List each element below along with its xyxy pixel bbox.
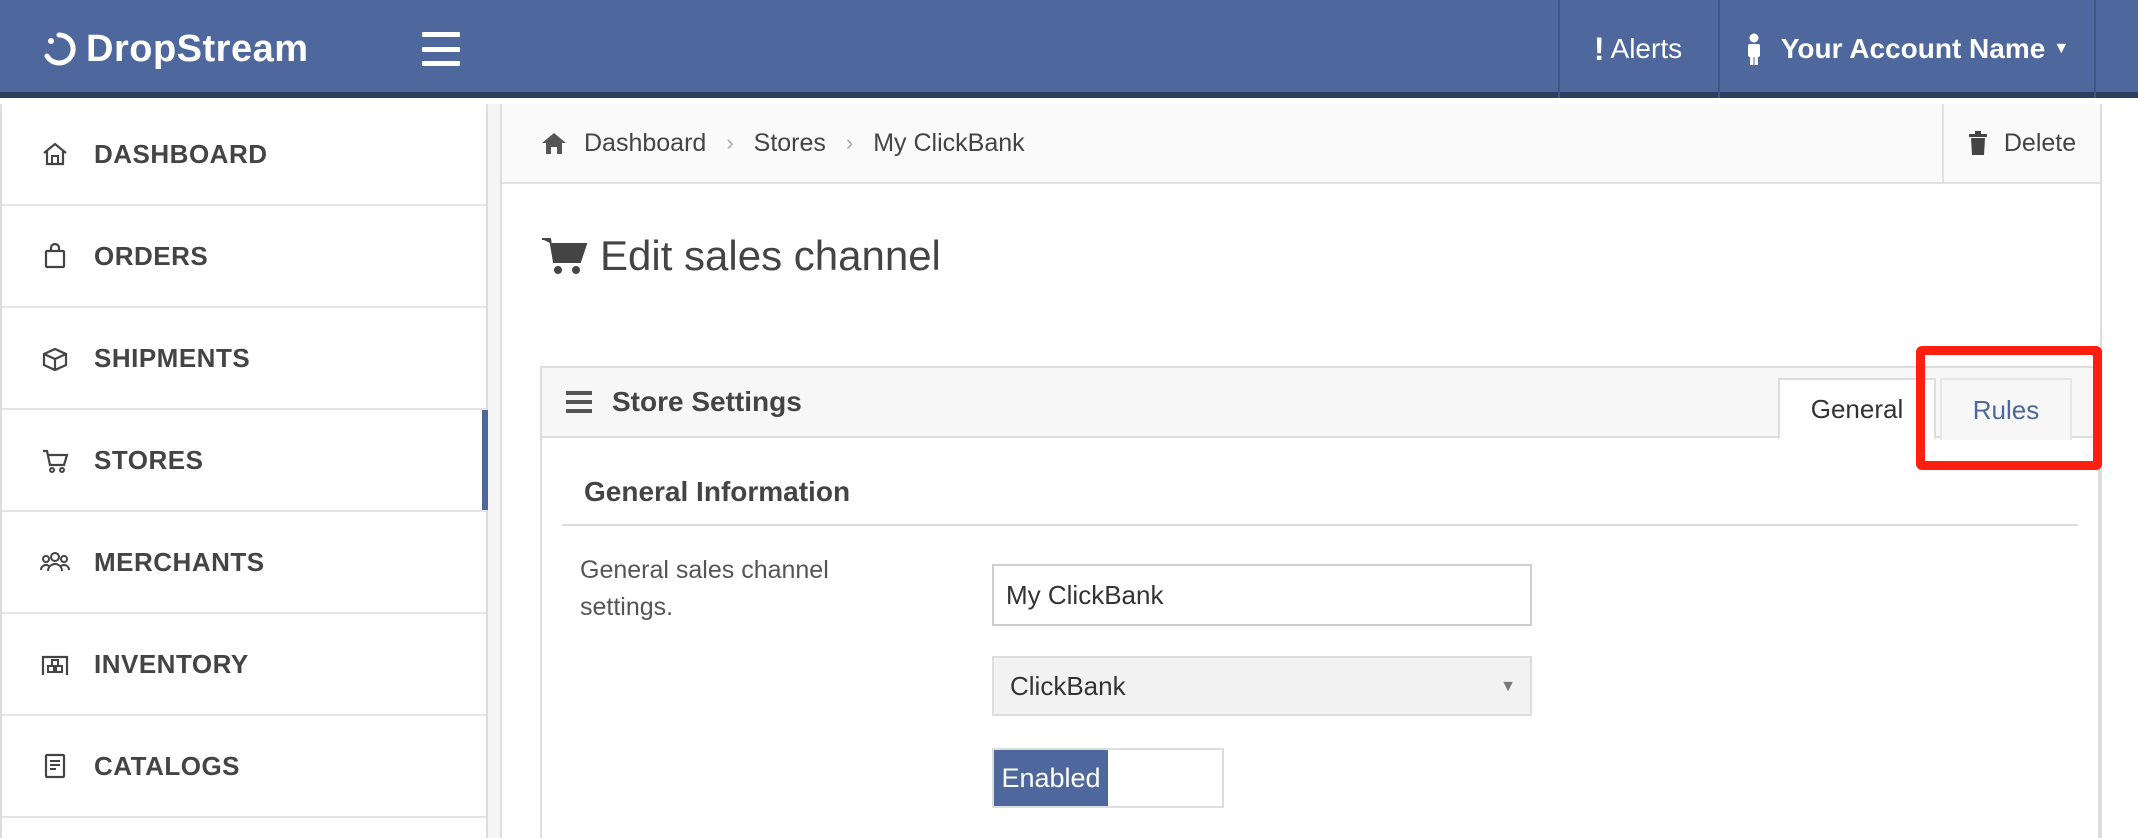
- store-settings-panel: Store Settings General Rules General Inf…: [540, 366, 2100, 838]
- brand-name: DropStream: [86, 27, 309, 70]
- sidebar: DASHBOARD ORDERS SHIPMENTS STORES MERCHA…: [0, 104, 488, 838]
- sidebar-gutter: [488, 104, 502, 838]
- sidebar-item-orders[interactable]: ORDERS: [2, 206, 486, 308]
- content-right-border: [2100, 104, 2102, 838]
- chevron-right-icon: ›: [726, 130, 734, 155]
- sidebar-item-stores[interactable]: STORES: [2, 410, 488, 512]
- warehouse-icon: [41, 655, 69, 675]
- account-name: Your Account Name: [1780, 33, 2046, 64]
- platform-select-value: ClickBank: [1010, 670, 1126, 701]
- top-navbar: DropStream ! Alerts Your Account Name ▼: [0, 0, 2138, 98]
- dropstream-logo-icon: [44, 32, 76, 66]
- box-icon: [42, 347, 68, 372]
- breadcrumb-stores[interactable]: Stores: [754, 129, 826, 158]
- delete-label: Delete: [2003, 128, 2077, 157]
- sidebar-item-catalogs[interactable]: CATALOGS: [2, 716, 486, 818]
- sidebar-item-merchants[interactable]: MERCHANTS: [2, 512, 486, 614]
- book-icon: [44, 753, 66, 779]
- delete-button[interactable]: Delete: [1942, 104, 2100, 182]
- panel-header: Store Settings General Rules: [542, 368, 2098, 440]
- enabled-toggle[interactable]: Enabled: [992, 748, 1224, 808]
- breadcrumb: Dashboard › Stores › My ClickBank Delete: [502, 104, 2100, 184]
- shopping-bag-icon: [44, 242, 66, 269]
- shopping-cart-icon: [542, 238, 588, 274]
- account-menu-button[interactable]: Your Account Name ▼: [1720, 0, 2094, 98]
- alerts-label: Alerts: [1610, 33, 1683, 64]
- toggle-on-label: Enabled: [994, 750, 1108, 806]
- menu-toggle-icon[interactable]: [422, 32, 460, 66]
- breadcrumb-dashboard[interactable]: Dashboard: [584, 129, 706, 158]
- chevron-right-icon: ›: [845, 130, 854, 155]
- home-icon[interactable]: [540, 131, 568, 155]
- section-title: General Information: [584, 476, 851, 507]
- chevron-down-icon: ▼: [1500, 678, 1516, 695]
- platform-select[interactable]: ClickBank ▼: [992, 656, 1532, 716]
- breadcrumb-current: My ClickBank: [873, 128, 1025, 157]
- sidebar-item-inventory[interactable]: INVENTORY: [2, 614, 486, 716]
- page-title: Edit sales channel: [542, 232, 941, 280]
- caret-down-icon: ▼: [2053, 40, 2070, 57]
- section-divider: [562, 524, 2078, 526]
- users-icon: [40, 552, 70, 572]
- tab-general[interactable]: General: [1778, 378, 1936, 440]
- list-icon: [566, 391, 592, 413]
- main-content: Dashboard › Stores › My ClickBank Delete…: [502, 104, 2138, 838]
- cart-icon: [43, 449, 69, 473]
- home-icon: [43, 142, 67, 166]
- help-text: General sales channel settings.: [580, 556, 829, 621]
- panel-title: Store Settings: [566, 368, 802, 436]
- user-icon: [1747, 33, 1760, 65]
- brand-logo[interactable]: DropStream: [42, 0, 309, 98]
- page-title-text: Edit sales channel: [600, 232, 941, 279]
- store-name-input[interactable]: [992, 564, 1532, 626]
- alerts-button[interactable]: ! Alerts: [1560, 0, 1716, 98]
- trash-icon: [1968, 131, 1987, 155]
- tab-rules[interactable]: Rules: [1940, 378, 2072, 440]
- exclamation-icon: !: [1593, 30, 1605, 67]
- sidebar-item-shipments[interactable]: SHIPMENTS: [2, 308, 486, 410]
- navbar-divider: [2094, 0, 2096, 98]
- sidebar-item-dashboard[interactable]: DASHBOARD: [2, 104, 486, 206]
